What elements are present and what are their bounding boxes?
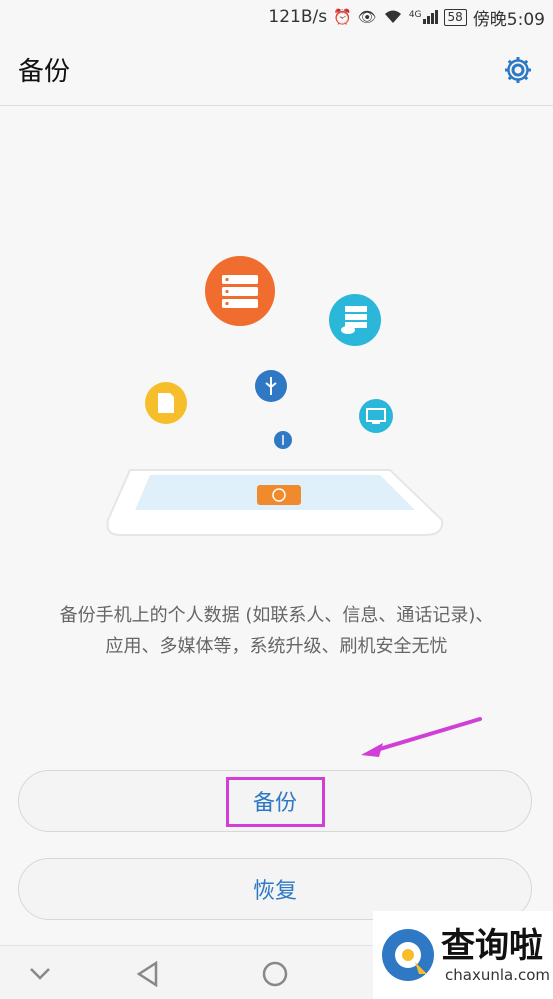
backup-button[interactable]: 备份 xyxy=(18,770,532,832)
home-circle-icon xyxy=(262,961,288,987)
cloud-server-icon xyxy=(329,294,381,346)
watermark-logo-icon xyxy=(382,929,434,981)
network-speed: 121B/s xyxy=(268,7,328,27)
page-title: 备份 xyxy=(18,57,71,87)
usb-small-icon xyxy=(274,431,292,449)
watermark: 查询啦 chaxunla.com xyxy=(373,911,553,999)
watermark-en: chaxunla.com xyxy=(445,966,550,984)
usb-icon xyxy=(255,370,287,402)
network-type: 4G xyxy=(408,10,422,20)
back-triangle-icon xyxy=(136,961,158,987)
restore-button-label: 恢复 xyxy=(252,879,297,904)
alarm-icon: ⏰ xyxy=(333,8,352,26)
status-time: 傍晚5:09 xyxy=(472,9,545,30)
wifi-icon xyxy=(384,10,401,23)
restore-icon xyxy=(257,485,301,505)
battery-indicator: 58 xyxy=(443,8,467,26)
server-icon xyxy=(205,256,275,326)
monitor-icon xyxy=(359,399,393,433)
watermark-cn: 查询啦 xyxy=(441,926,543,966)
gear-icon xyxy=(505,56,531,83)
settings-button[interactable] xyxy=(501,53,535,87)
sd-card-icon xyxy=(145,382,187,424)
eye-icon: 👁 xyxy=(357,8,377,26)
description-line-1: 备份手机上的个人数据 (如联系人、信息、通话记录)、 xyxy=(59,605,494,626)
backup-illustration xyxy=(106,256,444,536)
annotation-arrow xyxy=(361,717,482,757)
chevron-down-icon xyxy=(30,968,50,980)
backup-button-label: 备份 xyxy=(252,791,297,816)
app-bar: 备份 xyxy=(0,34,553,106)
nav-collapse-button[interactable] xyxy=(22,956,58,992)
phone-illustration xyxy=(106,469,444,536)
description-text: 备份手机上的个人数据 (如联系人、信息、通话记录)、 应用、多媒体等，系统升级、… xyxy=(22,600,531,662)
description-line-2: 应用、多媒体等，系统升级、刷机安全无忧 xyxy=(105,636,448,657)
status-bar: 121B/s ⏰ 👁 4G 58 傍晚5:09 xyxy=(0,0,553,34)
nav-home-button[interactable] xyxy=(257,956,293,992)
nav-back-button[interactable] xyxy=(130,956,166,992)
signal-icon: 4G xyxy=(409,10,438,24)
